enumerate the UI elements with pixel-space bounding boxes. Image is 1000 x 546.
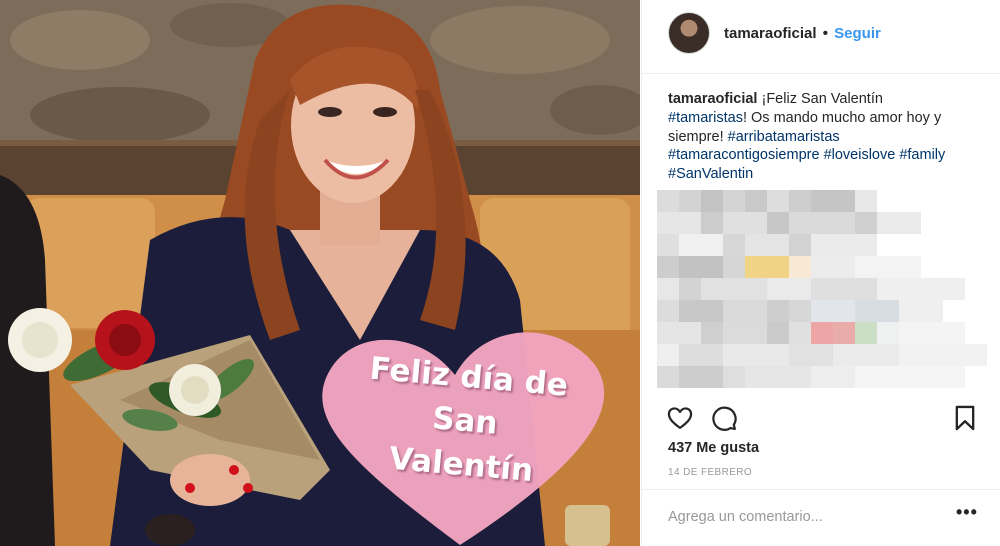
pixelated-comments — [657, 190, 987, 388]
hashtag-family[interactable]: #family — [899, 147, 945, 163]
likes-count[interactable]: 437 Me gusta — [668, 440, 759, 456]
post-actions — [642, 400, 1000, 440]
caption-username[interactable]: tamaraoficial — [668, 91, 757, 107]
heart-outline-icon[interactable] — [666, 404, 694, 437]
post-side-panel: tamaraoficial • Seguir tamaraoficial ¡Fe… — [641, 0, 1000, 546]
comment-box: ••• — [642, 489, 1000, 546]
hashtag-tamaracontigosiempre[interactable]: #tamaracontigosiempre — [668, 147, 820, 163]
avatar[interactable] — [668, 12, 710, 54]
header-line: tamaraoficial • Seguir — [724, 25, 881, 42]
bookmark-icon[interactable] — [952, 404, 978, 437]
heart-caption: Feliz día de San Valentín — [325, 343, 605, 498]
hashtag-tamaristas[interactable]: #tamaristas — [668, 110, 743, 126]
post-photo[interactable]: Feliz día de San Valentín — [0, 0, 640, 546]
speech-bubble-icon[interactable] — [710, 404, 738, 437]
comment-input[interactable] — [668, 509, 938, 525]
post-caption: tamaraoficial ¡Feliz San Valentín #tamar… — [668, 90, 978, 184]
hashtag-sanvalentin[interactable]: #SanValentin — [668, 166, 753, 182]
caption-text-1: ¡Feliz San Valentín — [761, 91, 883, 107]
hashtag-loveislove[interactable]: #loveislove — [824, 147, 896, 163]
follow-button[interactable]: Seguir — [834, 25, 881, 42]
header-separator: • — [822, 25, 828, 42]
hashtag-arribatamaristas[interactable]: #arribatamaristas — [728, 129, 840, 145]
more-options-button[interactable]: ••• — [956, 502, 978, 523]
header-username[interactable]: tamaraoficial — [724, 25, 817, 42]
post-date[interactable]: 14 DE FEBRERO — [668, 467, 752, 478]
post-header: tamaraoficial • Seguir — [642, 0, 1000, 74]
